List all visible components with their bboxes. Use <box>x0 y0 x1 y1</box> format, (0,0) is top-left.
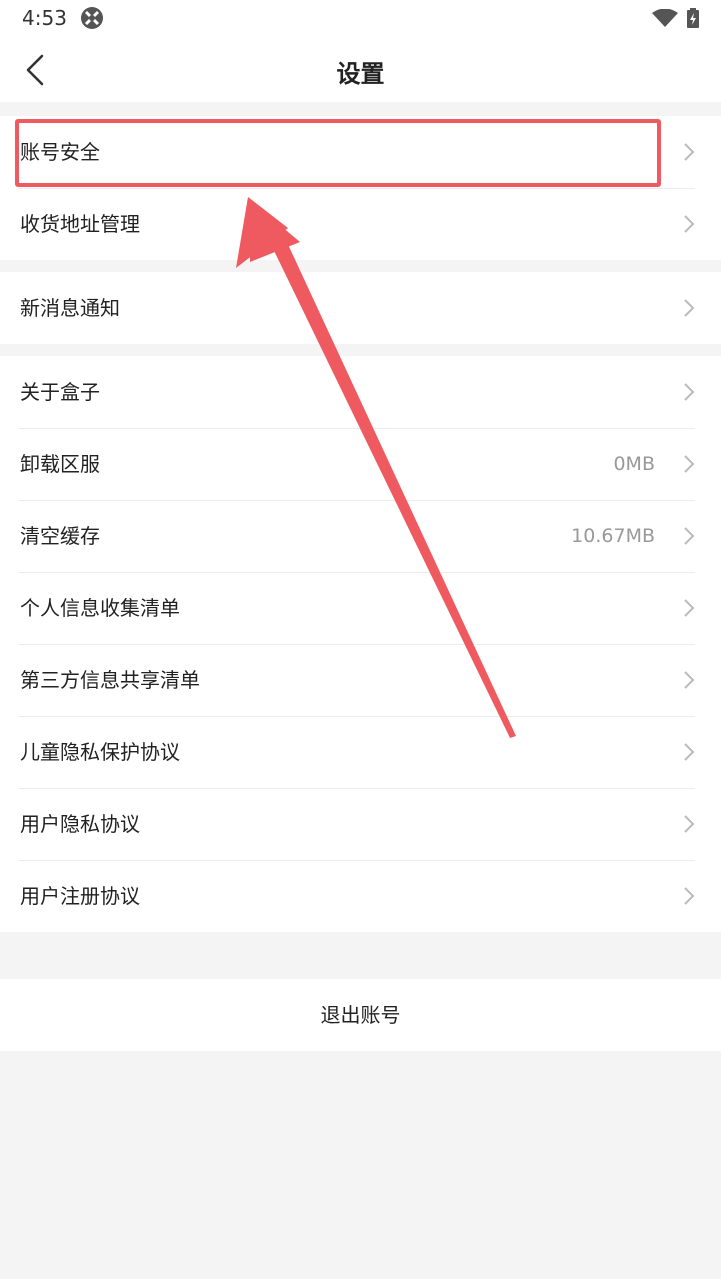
chevron-right-icon <box>684 527 695 545</box>
chevron-right-icon <box>684 743 695 761</box>
chevron-right-icon <box>684 299 695 317</box>
chevron-right-icon <box>684 671 695 689</box>
settings-item-label: 用户隐私协议 <box>20 812 140 836</box>
settings-item-value: 0MB <box>613 453 655 475</box>
settings-item-about[interactable]: 关于盒子 <box>0 356 721 428</box>
settings-item-user-registration-agreement[interactable]: 用户注册协议 <box>0 860 721 932</box>
chevron-right-icon <box>684 887 695 905</box>
settings-item-label: 卸载区服 <box>20 452 100 476</box>
settings-item-child-privacy-agreement[interactable]: 儿童隐私保护协议 <box>0 716 721 788</box>
status-bar: 4:53 <box>0 0 721 38</box>
settings-item-label: 儿童隐私保护协议 <box>20 740 180 764</box>
settings-item-label: 个人信息收集清单 <box>20 596 180 620</box>
wifi-icon <box>652 9 678 27</box>
settings-item-third-party-sharing-list[interactable]: 第三方信息共享清单 <box>0 644 721 716</box>
battery-charging-icon <box>687 8 699 28</box>
settings-group-general: 关于盒子 卸载区服 0MB 清空缓存 10.67MB 个人信息收集清单 第三方信… <box>0 356 721 932</box>
settings-item-label: 第三方信息共享清单 <box>20 668 200 692</box>
settings-item-user-privacy-agreement[interactable]: 用户隐私协议 <box>0 788 721 860</box>
page-title: 设置 <box>336 60 385 88</box>
nav-bar: 设置 <box>0 38 721 102</box>
chevron-right-icon <box>684 143 695 161</box>
settings-item-label: 清空缓存 <box>20 524 100 548</box>
chevron-right-icon <box>684 815 695 833</box>
annotation-highlight-box <box>15 119 661 187</box>
settings-item-value: 10.67MB <box>571 525 655 547</box>
settings-item-new-message-notification[interactable]: 新消息通知 <box>0 272 721 344</box>
app-notification-icon <box>81 7 103 29</box>
status-time: 4:53 <box>22 6 67 30</box>
chevron-right-icon <box>684 215 695 233</box>
settings-group-notifications: 新消息通知 <box>0 272 721 344</box>
logout-label: 退出账号 <box>320 1003 401 1027</box>
settings-item-label: 新消息通知 <box>20 296 120 320</box>
settings-item-label: 用户注册协议 <box>20 884 140 908</box>
chevron-right-icon <box>684 455 695 473</box>
settings-item-personal-info-list[interactable]: 个人信息收集清单 <box>0 572 721 644</box>
logout-button[interactable]: 退出账号 <box>0 979 721 1051</box>
settings-item-shipping-address[interactable]: 收货地址管理 <box>0 188 721 260</box>
settings-item-label: 收货地址管理 <box>20 212 140 236</box>
chevron-right-icon <box>684 383 695 401</box>
settings-item-label: 关于盒子 <box>20 380 100 404</box>
chevron-right-icon <box>684 599 695 617</box>
settings-item-clear-cache[interactable]: 清空缓存 10.67MB <box>0 500 721 572</box>
settings-item-uninstall-servers[interactable]: 卸载区服 0MB <box>0 428 721 500</box>
